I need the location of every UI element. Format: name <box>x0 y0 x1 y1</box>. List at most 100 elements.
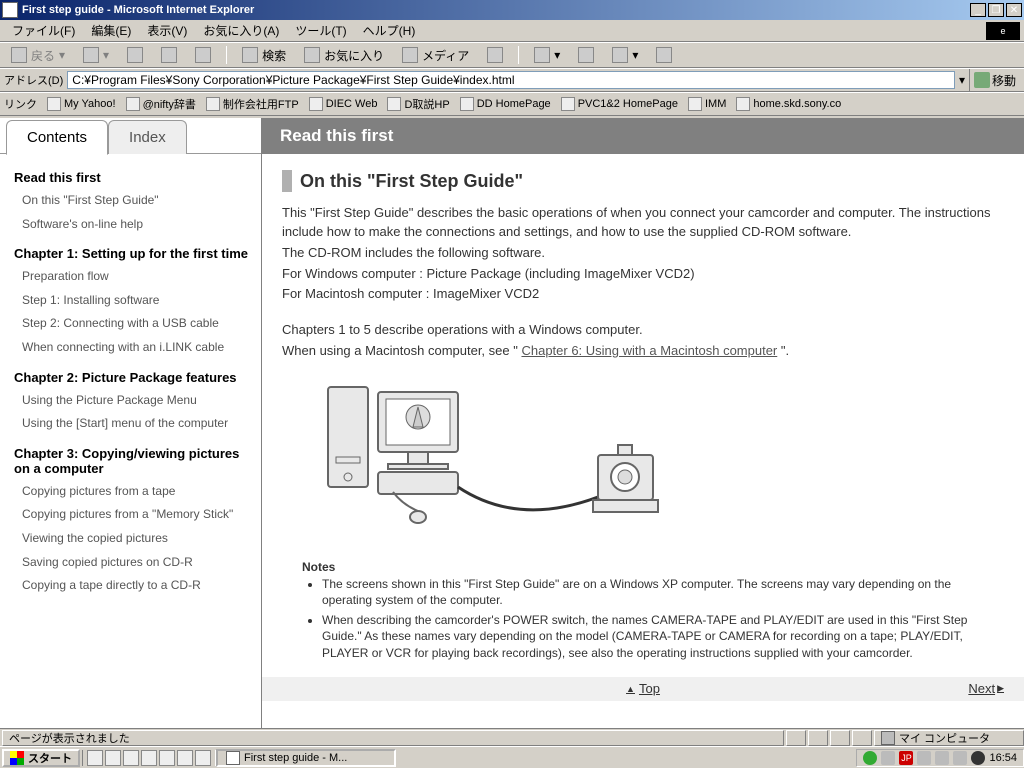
table-of-contents[interactable]: Read this first On this "First Step Guid… <box>0 154 261 728</box>
tab-contents[interactable]: Contents <box>6 120 108 155</box>
note-item: The screens shown in this "First Step Gu… <box>322 576 1004 608</box>
mail-button[interactable]: ▾ <box>527 44 567 66</box>
menu-help[interactable]: ヘルプ(H) <box>355 20 424 41</box>
quicklaunch-icon[interactable] <box>87 750 103 766</box>
menu-favorites[interactable]: お気に入り(A) <box>195 20 287 41</box>
quicklaunch-icon[interactable] <box>141 750 157 766</box>
edit-icon <box>612 47 628 63</box>
toc-item[interactable]: Copying pictures from a tape <box>22 484 253 500</box>
quicklaunch-icon[interactable] <box>105 750 121 766</box>
separator <box>518 46 519 64</box>
quicklaunch-icon[interactable] <box>195 750 211 766</box>
discuss-button[interactable] <box>649 44 679 66</box>
mail-icon <box>534 47 550 63</box>
history-button[interactable] <box>480 44 510 66</box>
left-pane: Contents Index Read this first On this "… <box>0 118 262 728</box>
refresh-button[interactable] <box>154 44 184 66</box>
ie-icon <box>226 751 240 765</box>
taskbar-button[interactable]: First step guide - M... <box>216 749 396 767</box>
toc-heading[interactable]: Chapter 1: Setting up for the first time <box>14 246 253 261</box>
toc-heading[interactable]: Chapter 2: Picture Package features <box>14 370 253 385</box>
top-link[interactable]: ▲Top <box>626 681 660 696</box>
next-link[interactable]: Next▶ <box>968 681 1004 696</box>
stop-button[interactable] <box>120 44 150 66</box>
link-ftp[interactable]: 制作会社用FTP <box>206 96 299 112</box>
favorites-button[interactable]: お気に入り <box>297 44 391 67</box>
toc-item[interactable]: Copying pictures from a "Memory Stick" <box>22 507 253 523</box>
link-imm[interactable]: IMM <box>688 97 726 111</box>
go-icon <box>974 72 990 88</box>
nav-tabs: Contents Index <box>0 118 261 154</box>
link-dd[interactable]: DD HomePage <box>460 97 551 111</box>
content-header: Read this first <box>262 118 1024 154</box>
link-nifty[interactable]: @nifty辞書 <box>126 96 196 112</box>
toc-item[interactable]: Step 2: Connecting with a USB cable <box>22 316 253 332</box>
ime-icon[interactable]: JP <box>899 751 913 765</box>
back-button[interactable]: 戻る ▾ <box>4 44 72 67</box>
content-frame: Contents Index Read this first On this "… <box>0 118 1024 728</box>
up-triangle-icon: ▲ <box>626 684 635 694</box>
print-button[interactable] <box>571 44 601 66</box>
tray-icon[interactable] <box>881 751 895 765</box>
media-button[interactable]: メディア <box>395 44 476 67</box>
quicklaunch-icon[interactable] <box>159 750 175 766</box>
status-cell <box>786 730 806 746</box>
back-icon <box>11 47 27 63</box>
search-button[interactable]: 検索 <box>235 44 293 67</box>
link-my-yahoo[interactable]: My Yahoo! <box>47 97 116 111</box>
address-input[interactable] <box>67 71 955 89</box>
link-diec[interactable]: DIEC Web <box>309 97 378 111</box>
tray-icon[interactable] <box>917 751 931 765</box>
link-pvc[interactable]: PVC1&2 HomePage <box>561 97 678 111</box>
title-bar: First step guide - Microsoft Internet Ex… <box>0 0 1024 20</box>
content-body[interactable]: On this "First Step Guide" This "First S… <box>262 154 1024 728</box>
toc-item[interactable]: Using the Picture Package Menu <box>22 393 253 409</box>
address-dropdown-icon[interactable]: ▾ <box>959 73 965 87</box>
link-skd[interactable]: home.skd.sony.co <box>736 97 841 111</box>
windows-icon <box>10 751 24 765</box>
toc-heading[interactable]: Read this first <box>14 170 253 185</box>
menu-tools[interactable]: ツール(T) <box>287 20 354 41</box>
toc-item[interactable]: When connecting with an i.LINK cable <box>22 340 253 356</box>
media-icon <box>402 47 418 63</box>
clock[interactable]: 16:54 <box>989 752 1017 764</box>
page-icon <box>387 97 401 111</box>
maximize-button[interactable]: ❐ <box>988 3 1004 17</box>
start-button[interactable]: スタート <box>2 749 80 767</box>
home-button[interactable] <box>188 44 218 66</box>
computer-icon <box>881 731 895 745</box>
tray-icon[interactable] <box>971 751 985 765</box>
menu-file[interactable]: ファイル(F) <box>4 20 83 41</box>
link-dhp[interactable]: D取説HP <box>387 96 449 112</box>
menu-bar: ファイル(F) 編集(E) 表示(V) お気に入り(A) ツール(T) ヘルプ(… <box>0 20 1024 42</box>
toc-item[interactable]: Software's on-line help <box>22 217 253 233</box>
close-button[interactable]: ✕ <box>1006 3 1022 17</box>
forward-button[interactable]: ▾ <box>76 44 116 66</box>
toc-item[interactable]: Copying a tape directly to a CD-R <box>22 578 253 594</box>
tray-icon[interactable] <box>863 751 877 765</box>
minimize-button[interactable]: _ <box>970 3 986 17</box>
page-icon <box>309 97 323 111</box>
paragraph: The CD-ROM includes the following softwa… <box>282 244 1004 263</box>
quicklaunch-icon[interactable] <box>123 750 139 766</box>
toc-item[interactable]: Using the [Start] menu of the computer <box>22 416 253 432</box>
tab-index[interactable]: Index <box>108 120 187 154</box>
zone-my-computer: マイ コンピュータ <box>874 730 1024 746</box>
note-item: When describing the camcorder's POWER sw… <box>322 612 1004 661</box>
section-title-text: On this "First Step Guide" <box>300 171 523 192</box>
toc-item[interactable]: Saving copied pictures on CD-R <box>22 555 253 571</box>
tray-icon[interactable] <box>953 751 967 765</box>
toc-item[interactable]: Preparation flow <box>22 269 253 285</box>
edit-button[interactable]: ▾ <box>605 44 645 66</box>
toc-item[interactable]: On this "First Step Guide" <box>22 193 253 209</box>
toc-item[interactable]: Viewing the copied pictures <box>22 531 253 547</box>
tray-icon[interactable] <box>935 751 949 765</box>
toc-item[interactable]: Step 1: Installing software <box>22 293 253 309</box>
go-button[interactable]: 移動 <box>969 69 1020 91</box>
menu-view[interactable]: 表示(V) <box>139 20 195 41</box>
menu-edit[interactable]: 編集(E) <box>83 20 139 41</box>
toc-heading[interactable]: Chapter 3: Copying/viewing pictures on a… <box>14 446 253 476</box>
quicklaunch-icon[interactable] <box>177 750 193 766</box>
chapter6-link[interactable]: Chapter 6: Using with a Macintosh comput… <box>521 343 777 358</box>
paragraph: For Macintosh computer : ImageMixer VCD2 <box>282 285 1004 304</box>
